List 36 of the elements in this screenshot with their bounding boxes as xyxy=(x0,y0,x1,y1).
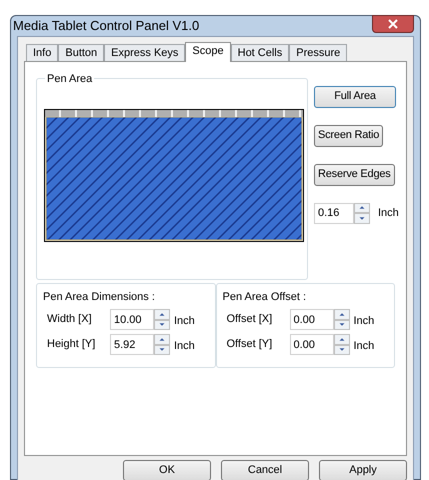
unit-label: Inch xyxy=(354,314,374,329)
tab[interactable]: Hot Cells xyxy=(230,44,290,60)
tab[interactable]: Button xyxy=(58,44,104,60)
unit-label: Inch xyxy=(174,314,195,329)
close-button[interactable] xyxy=(372,14,414,33)
number-field[interactable]: 10.00 xyxy=(110,309,154,330)
number-field[interactable]: 0.00 xyxy=(290,334,334,355)
group-title: Pen Area Dimensions : xyxy=(43,290,156,304)
unit-label: Inch xyxy=(378,206,399,221)
unit-label: Inch xyxy=(174,338,195,354)
button[interactable]: Cancel xyxy=(221,460,309,480)
spin-buttons[interactable] xyxy=(154,334,170,355)
spin-buttons[interactable] xyxy=(354,202,370,224)
spin-buttons[interactable] xyxy=(334,309,350,330)
tab[interactable]: Express Keys xyxy=(104,44,186,60)
close-icon xyxy=(388,18,398,29)
field-label: Width [X] xyxy=(47,312,93,328)
window-title: Media Tablet Control Panel V1.0 xyxy=(13,17,200,35)
unit-label: Inch xyxy=(354,338,374,354)
button[interactable]: Reserve Edges xyxy=(314,164,395,186)
field-label: Height [Y] xyxy=(47,337,96,352)
field-label: Offset [Y] xyxy=(226,337,274,352)
field-label: Offset [X] xyxy=(226,312,274,328)
spin-buttons[interactable] xyxy=(334,334,350,355)
button[interactable]: Apply xyxy=(319,460,407,480)
button[interactable]: OK xyxy=(123,460,211,480)
number-field[interactable]: 5.92 xyxy=(110,334,154,355)
number-field[interactable]: 0.16 xyxy=(314,202,354,224)
group-title: Pen Area Offset : xyxy=(222,290,308,304)
number-field[interactable]: 0.00 xyxy=(290,309,334,330)
tab[interactable]: Info xyxy=(26,44,58,60)
button[interactable]: Full Area xyxy=(314,86,396,108)
tab[interactable]: Scope xyxy=(185,42,231,62)
spin-buttons[interactable] xyxy=(154,309,170,330)
tab[interactable]: Pressure xyxy=(289,44,348,60)
button[interactable]: Screen Ratio xyxy=(314,124,384,146)
